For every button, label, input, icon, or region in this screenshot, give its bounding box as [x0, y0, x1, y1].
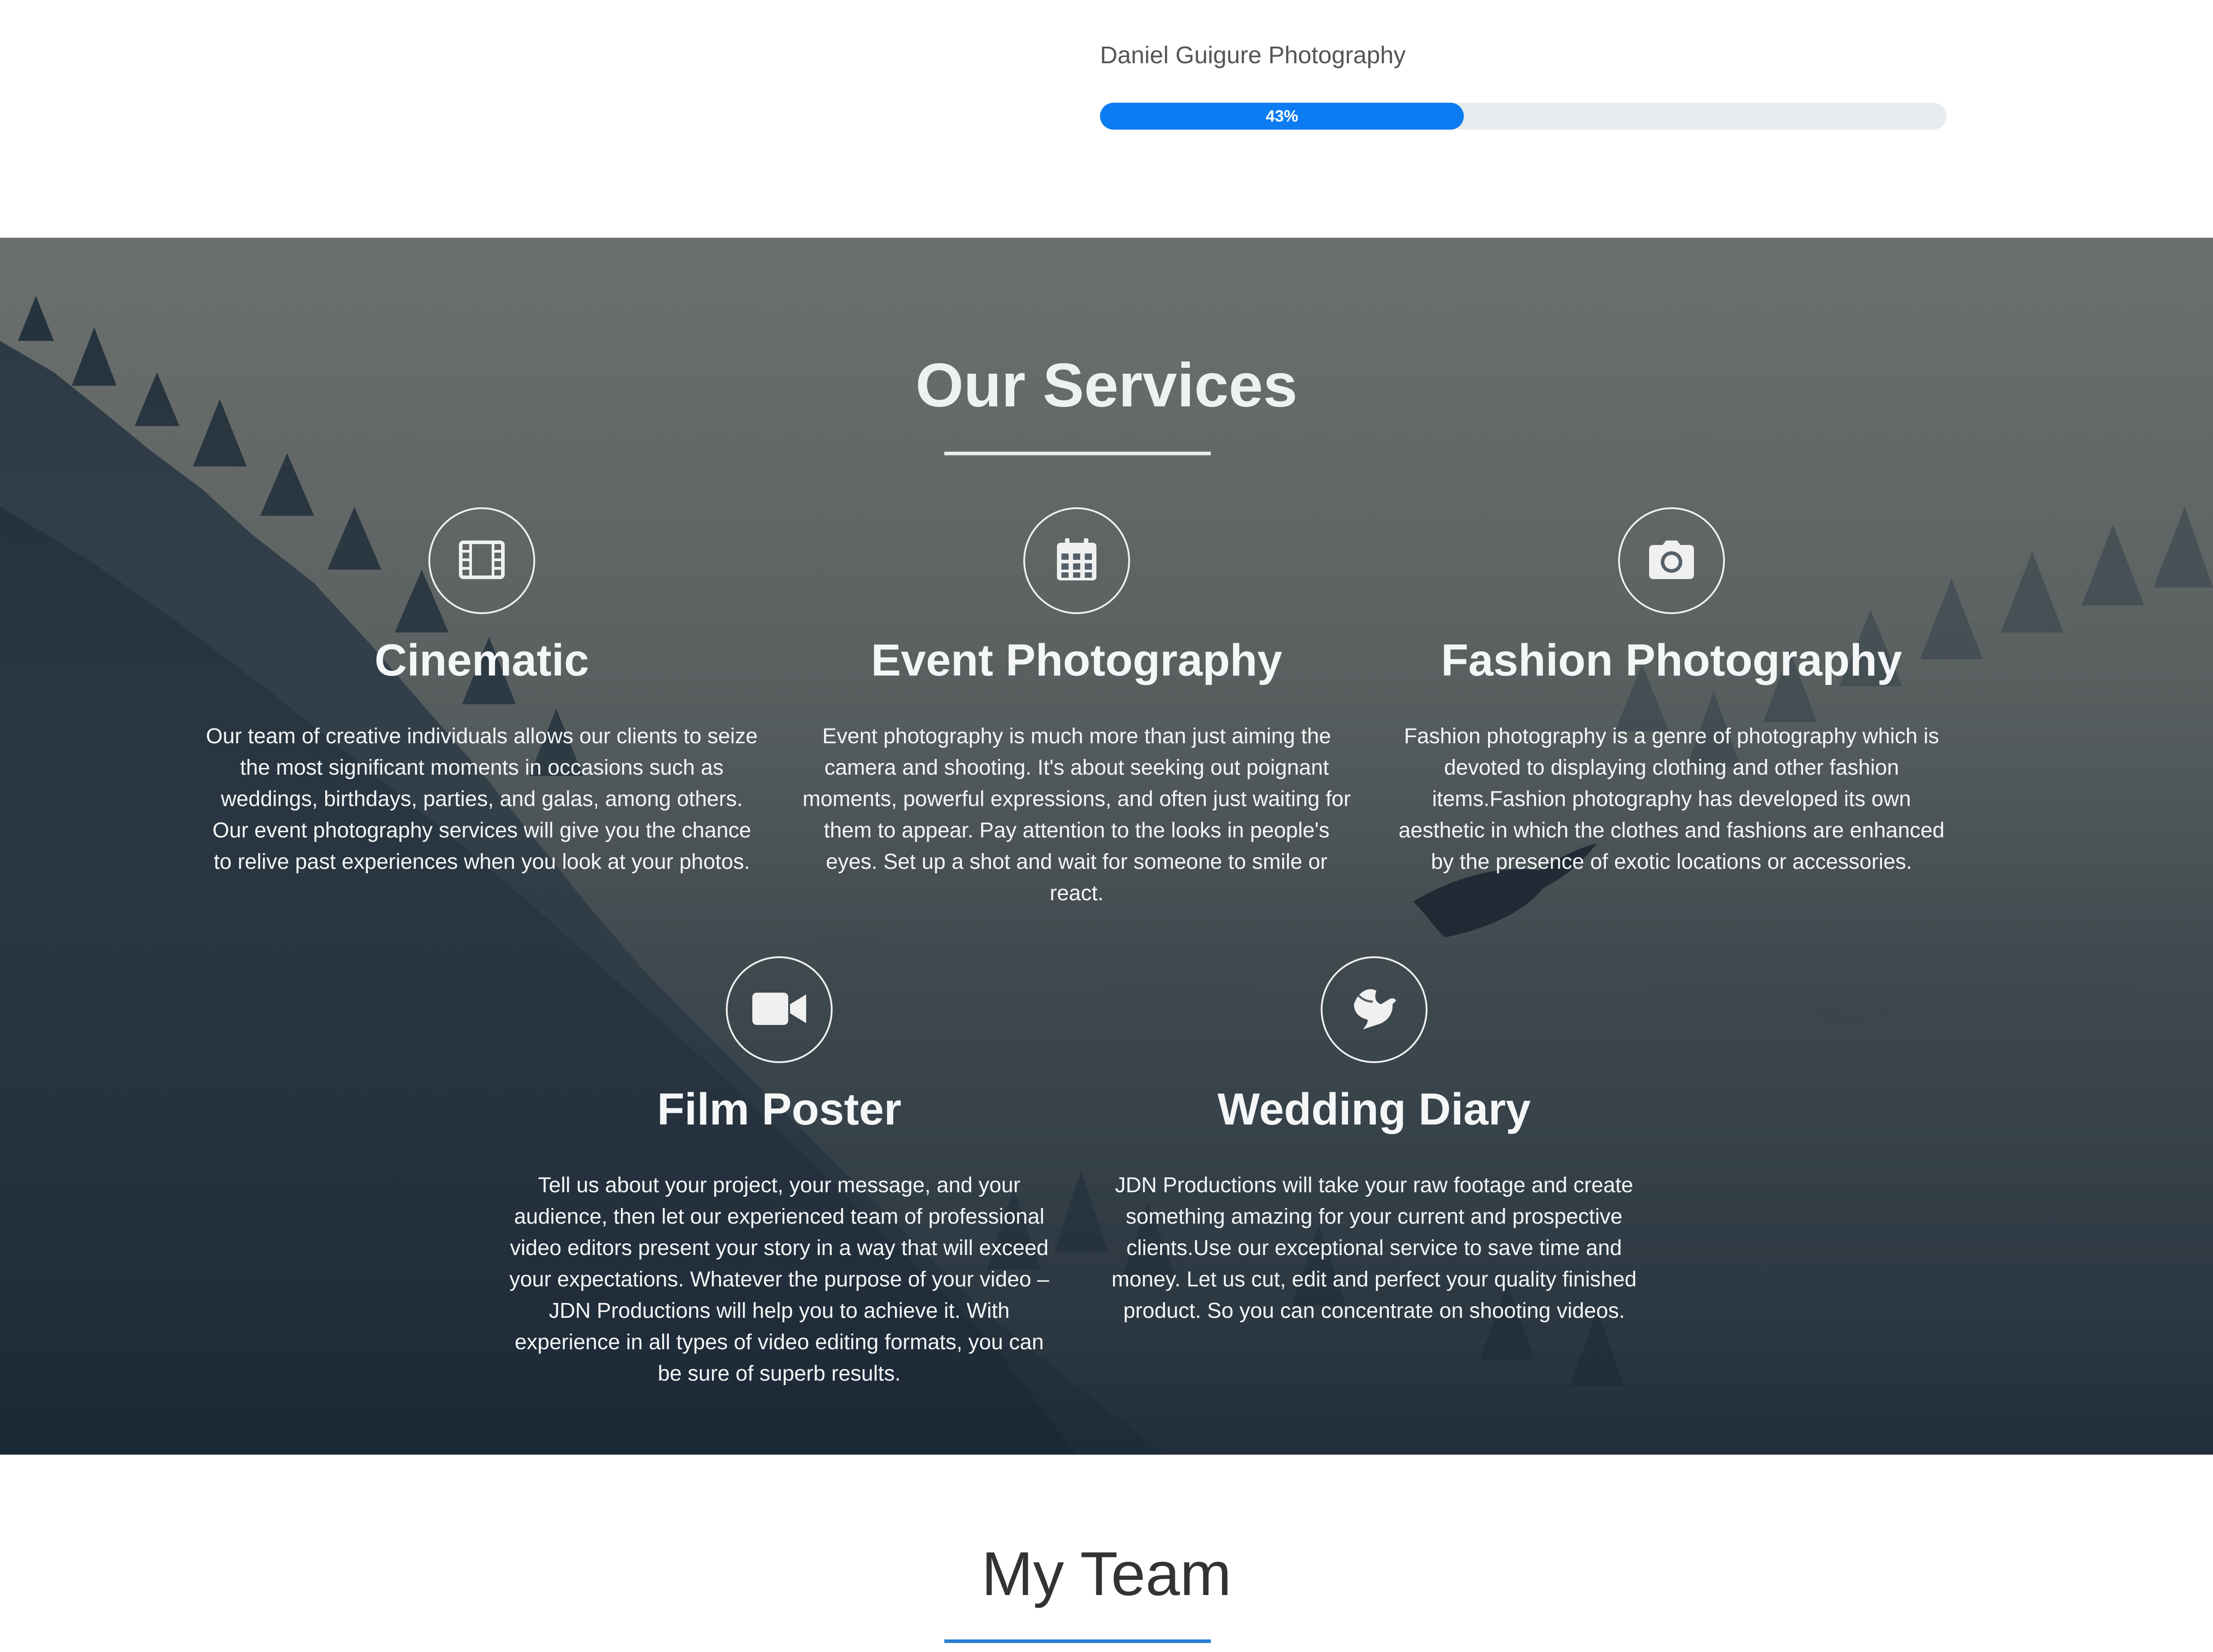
service-title: Fashion Photography	[1441, 635, 1902, 685]
service-icon-circle	[1023, 507, 1130, 614]
service-title: Event Photography	[871, 635, 1283, 685]
services-title-underline	[944, 452, 1211, 455]
service-title: Cinematic	[375, 635, 589, 685]
camera-icon	[1649, 540, 1694, 581]
service-title: Film Poster	[657, 1084, 902, 1134]
service-description: Tell us about your project, your message…	[509, 1173, 1049, 1386]
service-icon-circle	[726, 956, 833, 1063]
service-card-cinematic: Cinematic Our team of creative individua…	[204, 507, 760, 878]
skill-label: Daniel Guigure Photography	[1100, 42, 1406, 69]
team-title-underline	[944, 1639, 1211, 1643]
service-icon-circle	[1618, 507, 1725, 614]
services-title: Our Services	[915, 351, 1298, 420]
service-icon-circle	[428, 507, 535, 614]
skill-progress-fill: 43%	[1100, 103, 1464, 130]
video-camera-icon	[752, 991, 806, 1029]
dove-icon	[1349, 986, 1399, 1033]
service-description: Fashion photography is a genre of photog…	[1398, 724, 1945, 874]
skill-progress-bar: 43%	[1100, 103, 1947, 130]
service-description: Event photography is much more than just…	[803, 724, 1351, 905]
service-card-film-poster: Film Poster Tell us about your project, …	[501, 956, 1057, 1390]
services-section: Our Services Cinematic Our team of creat…	[0, 238, 2213, 1455]
service-card-wedding-diary: Wedding Diary JDN Productions will take …	[1096, 956, 1652, 1327]
service-description: Our team of creative individuals allows …	[206, 724, 758, 874]
film-icon	[457, 540, 506, 582]
service-title: Wedding Diary	[1217, 1084, 1531, 1134]
team-title: My Team	[981, 1539, 1232, 1608]
skills-section: Daniel Guigure Photography 43%	[0, 0, 2213, 238]
service-card-event-photography: Event Photography Event photography is m…	[799, 507, 1355, 909]
service-description: JDN Productions will take your raw foota…	[1111, 1173, 1637, 1323]
service-icon-circle	[1321, 956, 1427, 1063]
skill-progress-text: 43%	[1266, 107, 1298, 125]
service-card-fashion-photography: Fashion Photography Fashion photography …	[1393, 507, 1950, 878]
calendar-icon	[1055, 537, 1098, 584]
